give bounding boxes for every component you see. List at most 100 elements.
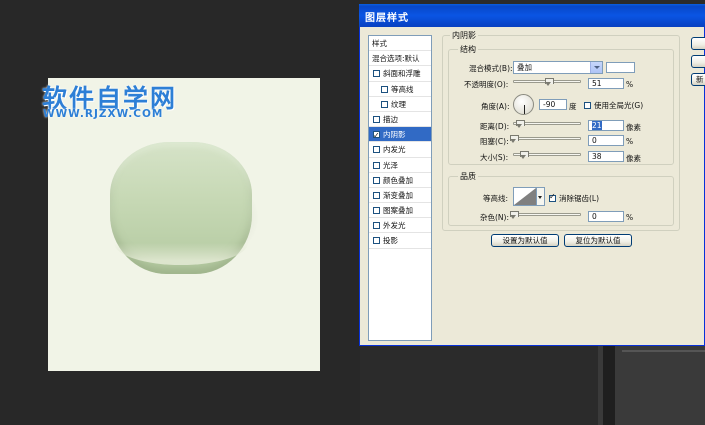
opacity-input[interactable]: 51 [588,78,624,89]
checkbox-icon[interactable] [373,146,380,154]
style-item-label: 投影 [383,236,398,246]
checkbox-icon[interactable] [373,115,380,123]
size-label: 大小(S): [480,153,509,162]
ok-button[interactable] [691,37,705,50]
style-item[interactable]: 投影 [369,233,431,249]
style-item[interactable]: 描边 [369,112,431,128]
watermark-url: WWW.RJZXW.COM [43,108,164,120]
panel-divider [603,340,615,425]
style-item[interactable]: 等高线 [369,82,431,97]
slider-thumb[interactable] [510,135,519,143]
style-item[interactable]: 斜面和浮雕 [369,66,431,82]
style-item-label: 内发光 [383,145,406,155]
angle-dial[interactable] [513,94,534,115]
style-item[interactable]: 渐变叠加 [369,188,431,204]
checkbox-icon[interactable] [381,85,388,93]
style-item[interactable]: 混合选项:默认 [369,51,431,67]
blend-mode-label: 混合模式(B): [469,64,513,73]
angle-label: 角度(A): [481,102,510,111]
checkbox-icon[interactable] [373,161,380,169]
checkbox-icon[interactable] [549,192,556,202]
checkbox-icon[interactable] [373,237,380,245]
dialog-title: 图层样式 [365,13,409,24]
blend-mode-value: 叠加 [517,63,532,72]
styles-list: 样式混合选项:默认斜面和浮雕等高线纹理描边内阴影内发光光泽颜色叠加渐变叠加图案叠… [368,35,432,341]
style-item-label: 等高线 [391,84,414,94]
blend-color-swatch[interactable] [606,62,635,73]
opacity-label: 不透明度(O): [464,80,509,89]
contour-label: 等高线: [483,194,509,203]
slider-thumb[interactable] [520,151,530,159]
choke-unit: % [626,137,634,146]
anti-alias-checkbox[interactable]: 消除锯齿(L) [549,192,599,204]
checkbox-icon[interactable] [373,128,380,141]
style-item-label: 纹理 [391,99,406,109]
global-light-checkbox[interactable]: 使用全局光(G) [584,100,643,111]
set-default-button[interactable]: 设置为默认值 [491,234,559,247]
angle-unit: 度 [569,102,577,111]
distance-label: 距离(D): [480,122,510,131]
reset-default-button[interactable]: 复位为默认值 [564,234,632,247]
angle-needle [524,105,525,114]
style-item-label: 斜面和浮雕 [383,69,421,79]
new-style-label: 新 [696,75,704,84]
slider-track [513,213,581,216]
style-item-label: 颜色叠加 [383,175,413,185]
choke-label: 阻塞(C): [480,137,509,146]
noise-label: 杂色(N): [480,213,509,222]
slider-track [513,137,581,140]
new-style-button[interactable]: 新 [691,73,705,86]
style-item[interactable]: 颜色叠加 [369,173,431,188]
side-panel [598,340,705,425]
style-item[interactable]: 外发光 [369,218,431,234]
opacity-slider[interactable] [513,78,581,86]
angle-input[interactable]: -90 [539,99,567,110]
choke-slider[interactable] [510,135,581,143]
structure-title: 结构 [458,44,478,55]
distance-unit: 像素 [626,123,641,132]
style-item-label: 混合选项:默认 [372,54,420,64]
style-item-label: 光泽 [383,160,398,170]
noise-unit: % [626,213,634,222]
style-item[interactable]: 图案叠加 [369,203,431,219]
checkbox-icon[interactable] [373,191,380,199]
checkbox-icon[interactable] [584,102,591,109]
distance-slider[interactable] [513,120,581,128]
style-item-label: 描边 [383,114,398,124]
dialog-titlebar[interactable]: 图层样式 [359,4,705,27]
style-item[interactable]: 内阴影 [369,127,431,143]
contour-dropdown-arrow[interactable] [537,187,545,206]
checkbox-icon[interactable] [373,207,380,215]
size-slider[interactable] [513,151,581,159]
slider-thumb[interactable] [515,120,525,128]
style-item-label: 内阴影 [383,130,406,140]
blend-mode-select[interactable]: 叠加 [513,61,603,74]
style-item[interactable]: 样式 [369,36,431,52]
size-unit: 像素 [626,154,641,163]
style-item-label: 外发光 [383,221,406,231]
choke-input[interactable]: 0 [588,135,624,146]
cancel-button[interactable] [691,55,705,68]
style-item[interactable]: 内发光 [369,142,431,158]
slider-thumb[interactable] [544,78,554,86]
layer-style-dialog: 图层样式 样式混合选项:默认斜面和浮雕等高线纹理描边内阴影内发光光泽颜色叠加渐变… [359,4,705,346]
style-item-label: 渐变叠加 [383,190,413,200]
opacity-unit: % [626,80,634,89]
style-item[interactable]: 纹理 [369,97,431,112]
noise-input[interactable]: 0 [588,211,624,222]
panel-separator [622,350,705,352]
checkbox-icon[interactable] [373,222,380,230]
document-canvas[interactable] [48,78,320,371]
quality-title: 品质 [458,171,478,182]
checkbox-icon[interactable] [373,176,380,184]
style-item-label: 样式 [372,39,387,48]
style-item[interactable]: 光泽 [369,158,431,173]
checkbox-icon[interactable] [381,100,388,108]
contour-preview[interactable] [513,187,537,206]
slider-thumb[interactable] [510,211,519,219]
size-input[interactable]: 38 [588,151,624,162]
checkbox-icon[interactable] [373,70,380,78]
noise-slider[interactable] [510,211,581,219]
distance-input[interactable]: 21 [588,120,624,131]
inner-shadow-title: 内阴影 [450,30,478,41]
